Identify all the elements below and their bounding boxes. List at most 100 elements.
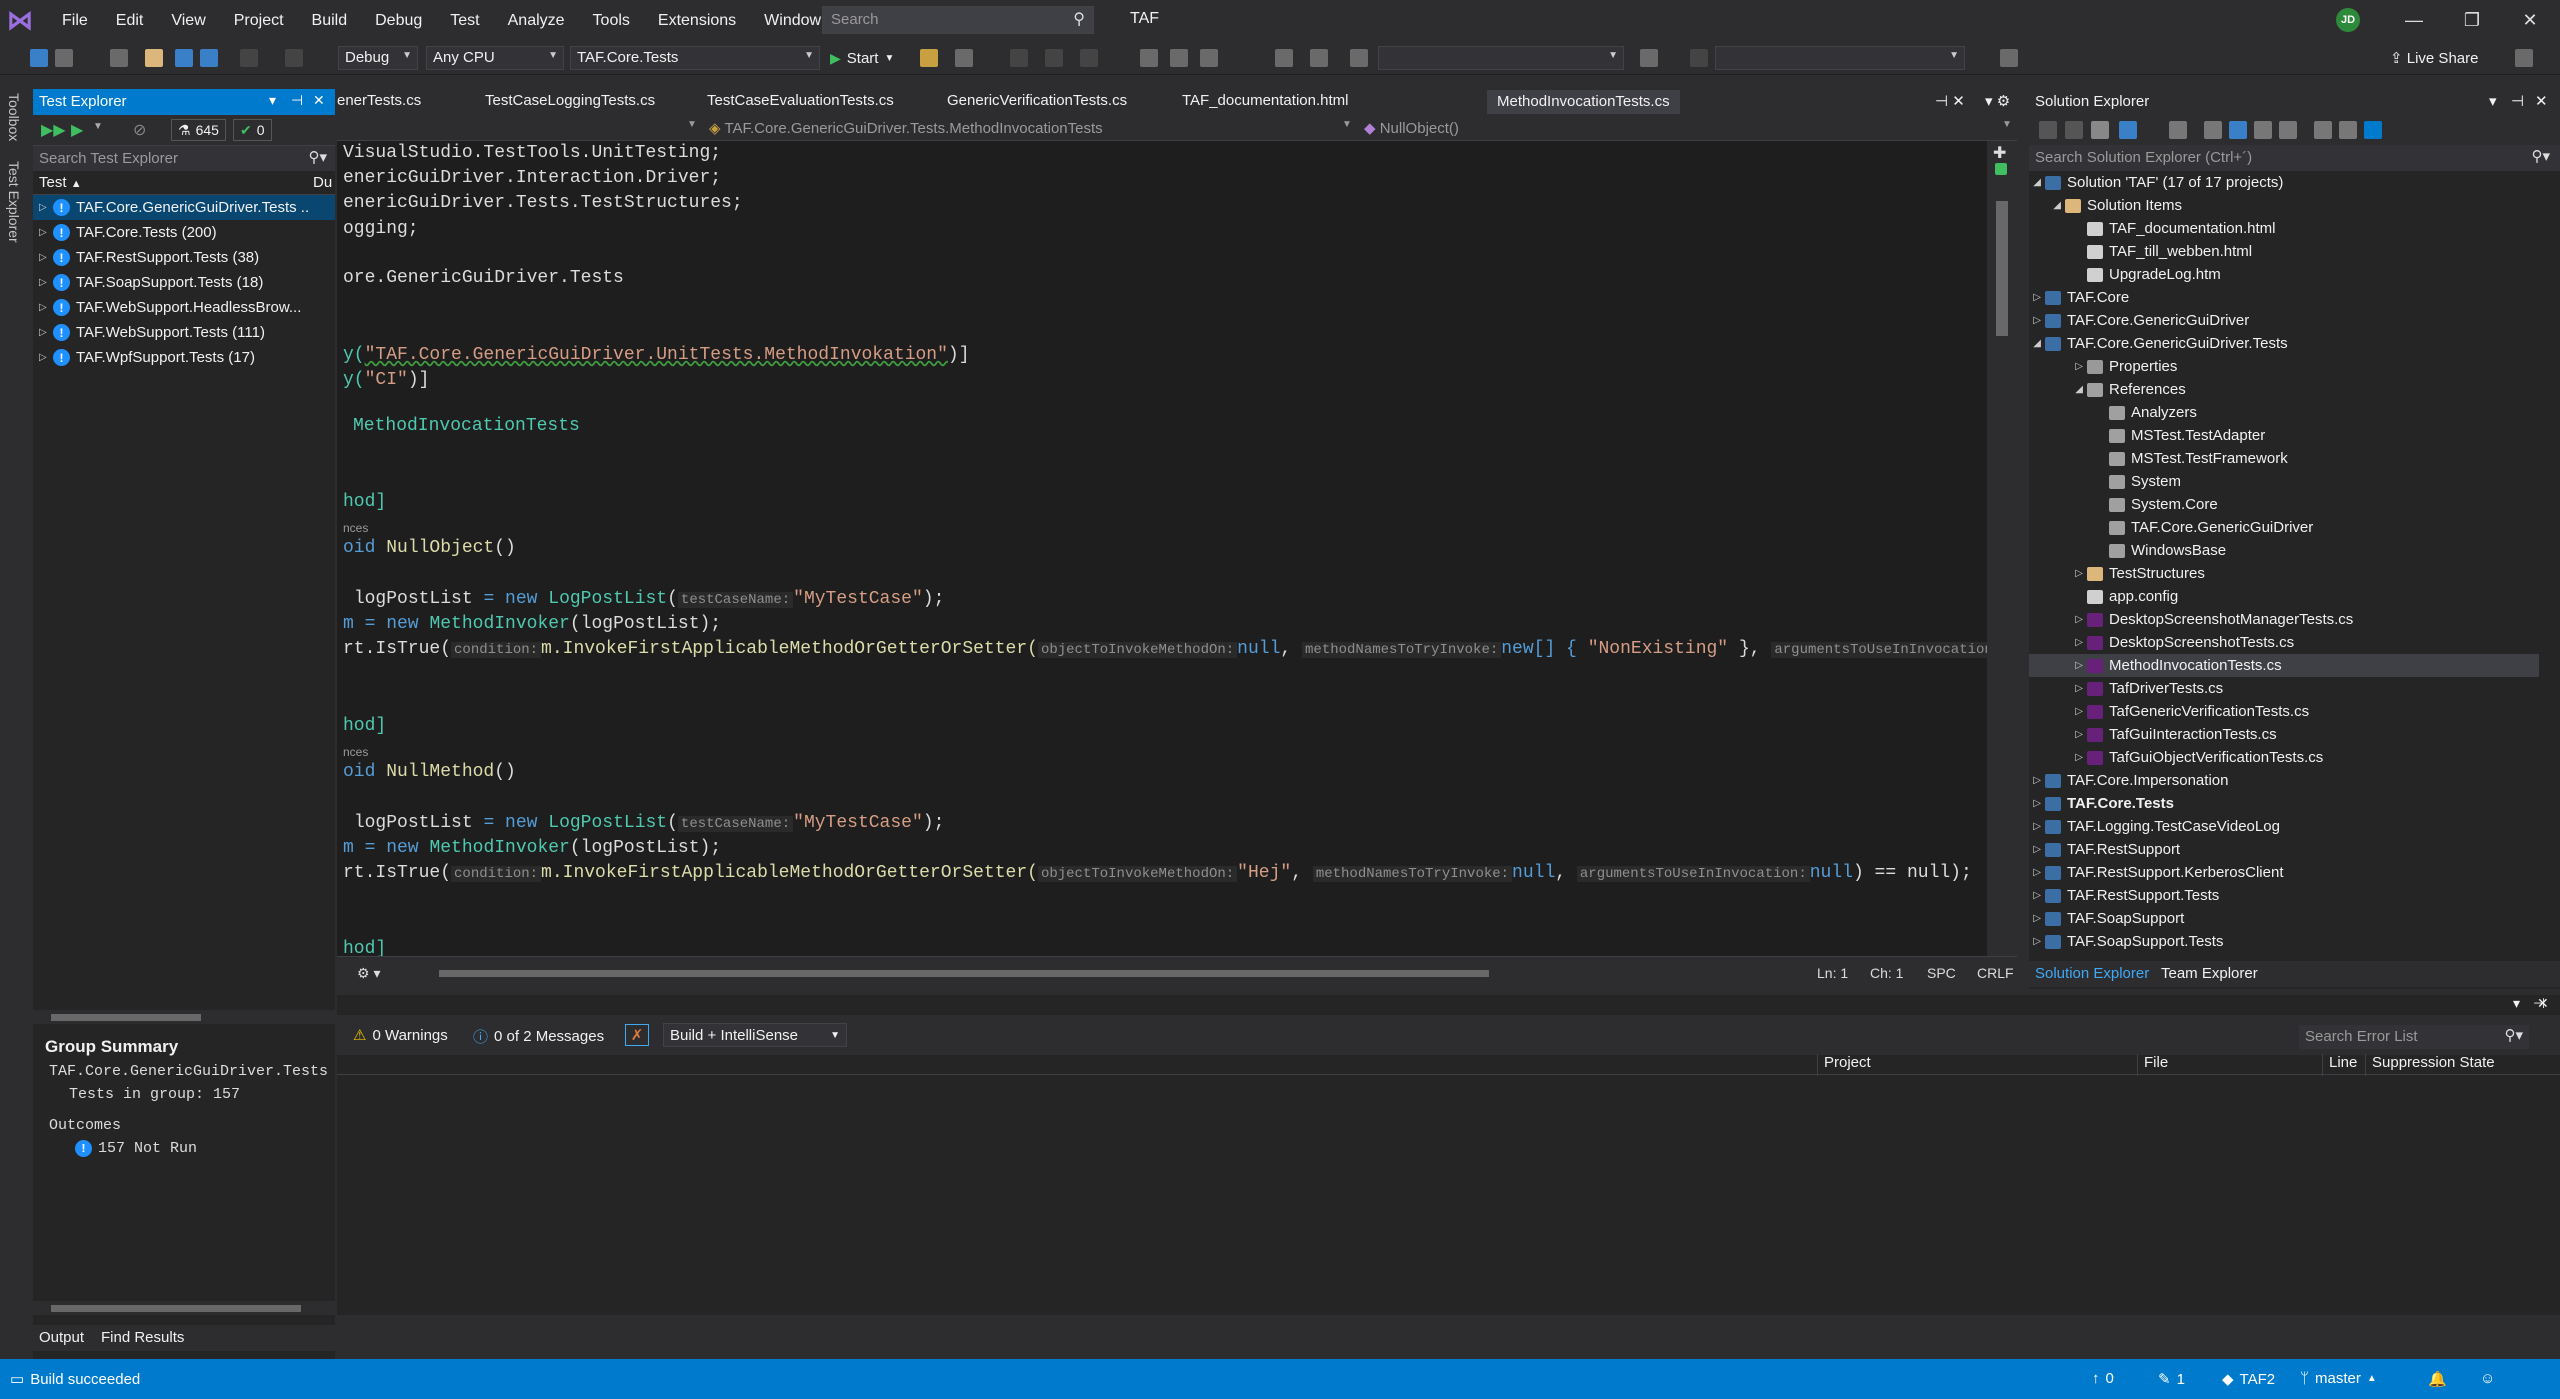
restore-icon[interactable]: ❐ bbox=[2443, 0, 2501, 41]
chevron-down-icon[interactable]: ▼ bbox=[1342, 119, 1352, 130]
menu-item-analyze[interactable]: Analyze bbox=[494, 0, 579, 41]
pin-icon[interactable]: ⊣ bbox=[291, 92, 303, 109]
expand-icon[interactable]: ▷ bbox=[39, 302, 53, 313]
forward-icon[interactable] bbox=[2065, 121, 2083, 139]
solution-tree-item[interactable]: ▷ TafDriverTests.cs bbox=[2029, 677, 2539, 700]
save-icon[interactable] bbox=[175, 49, 193, 67]
tab-pin-close-icon[interactable]: ⊣ ✕ bbox=[1935, 92, 1965, 110]
search-input[interactable]: Search ⚲ bbox=[822, 6, 1094, 34]
close-panel-icon[interactable]: ✕ bbox=[2535, 92, 2548, 110]
cancel-run-icon[interactable]: ⊘ bbox=[133, 120, 146, 140]
view-code-icon[interactable] bbox=[2314, 121, 2332, 139]
solution-tree-item[interactable]: ◢ Solution 'TAF' (17 of 17 projects) bbox=[2029, 171, 2539, 194]
solution-tree-item[interactable]: ▷ TAF.SoapSupport.Tests bbox=[2029, 930, 2539, 953]
solution-tree-item[interactable]: UpgradeLog.htm bbox=[2029, 263, 2539, 286]
step-icon[interactable] bbox=[1010, 49, 1028, 67]
solution-tree-item[interactable]: ◢ References bbox=[2029, 378, 2539, 401]
solution-tree-item[interactable]: ▷ TAF.Core bbox=[2029, 286, 2539, 309]
test-explorer-side-tab[interactable]: Test Explorer bbox=[6, 161, 22, 243]
solution-tree-item[interactable]: ▷ DesktopScreenshotManagerTests.cs bbox=[2029, 608, 2539, 631]
properties-icon[interactable] bbox=[2339, 121, 2357, 139]
expand-icon[interactable]: ▷ bbox=[2029, 752, 2087, 763]
bookmark-next-icon[interactable] bbox=[1200, 49, 1218, 67]
expand-icon[interactable]: ▷ bbox=[2029, 568, 2087, 579]
test-group-row[interactable]: ▷! TAF.RestSupport.Tests (38) bbox=[33, 245, 335, 270]
solution-tree-item[interactable]: ◢ TAF.Core.GenericGuiDriver.Tests bbox=[2029, 332, 2539, 355]
line-ending[interactable]: CRLF bbox=[1977, 965, 2014, 981]
run-all-icon[interactable]: ▶▶ bbox=[41, 120, 66, 140]
scroll-thumb[interactable] bbox=[1996, 201, 2008, 336]
tab-taf-documentation-html[interactable]: TAF_documentation.html bbox=[1182, 92, 1348, 109]
solution-tree-item[interactable]: ▷ TafGuiInteractionTests.cs bbox=[2029, 723, 2539, 746]
expand-icon[interactable]: ▷ bbox=[39, 277, 53, 288]
solution-tree-item[interactable]: ▷ TAF.SoapSupport bbox=[2029, 907, 2539, 930]
avatar[interactable]: JD bbox=[2336, 8, 2360, 32]
menu-item-file[interactable]: File bbox=[48, 0, 102, 41]
tab-solution-explorer[interactable]: Solution Explorer bbox=[2035, 965, 2149, 982]
expand-icon[interactable]: ▷ bbox=[2029, 660, 2087, 671]
repository-selector[interactable]: ◆ TAF2 bbox=[2222, 1370, 2275, 1389]
menu-item-test[interactable]: Test bbox=[436, 0, 493, 41]
expand-icon[interactable]: ◢ bbox=[2029, 384, 2087, 395]
solution-tree-item[interactable]: MSTest.TestFramework bbox=[2029, 447, 2539, 470]
solution-tree-item[interactable]: ▷ TAF.Core.GenericGuiDriver bbox=[2029, 309, 2539, 332]
test-search-input[interactable]: Search Test Explorer ⚲▾ bbox=[33, 145, 335, 171]
second-combo[interactable]: ▼ bbox=[1715, 46, 1965, 70]
unpushed-commits[interactable]: ↑ 0 bbox=[2092, 1370, 2114, 1387]
indent-mode[interactable]: SPC bbox=[1927, 965, 1956, 981]
chevron-down-icon[interactable]: ▼ bbox=[687, 119, 697, 130]
solution-tree-item[interactable]: ▷ TafGenericVerificationTests.cs bbox=[2029, 700, 2539, 723]
editor-vscrollbar[interactable]: ✚ bbox=[1987, 141, 2017, 956]
nav-member-dropdown[interactable]: ◆ NullObject() bbox=[1364, 119, 1459, 137]
menu-item-extensions[interactable]: Extensions bbox=[644, 0, 750, 41]
codelens-references[interactable]: nces bbox=[343, 745, 368, 759]
expand-icon[interactable]: ▷ bbox=[2029, 775, 2045, 786]
dropdown-icon[interactable]: ▾ bbox=[269, 92, 276, 109]
expand-icon[interactable]: ▷ bbox=[39, 202, 53, 213]
nav-class-dropdown[interactable]: ◈ TAF.Core.GenericGuiDriver.Tests.Method… bbox=[709, 119, 1103, 137]
expand-icon[interactable]: ▷ bbox=[2029, 890, 2045, 901]
code-editor[interactable]: VisualStudio.TestTools.UnitTesting; ener… bbox=[337, 141, 1987, 956]
expand-icon[interactable]: ▷ bbox=[2029, 729, 2087, 740]
sync-icon[interactable] bbox=[2204, 121, 2222, 139]
expand-icon[interactable]: ▷ bbox=[2029, 706, 2087, 717]
expand-icon[interactable]: ▷ bbox=[2029, 614, 2087, 625]
scope-select[interactable]: Build + IntelliSense ▼ bbox=[663, 1023, 847, 1047]
tab-testcaseevaluationtests-cs[interactable]: TestCaseEvaluationTests.cs bbox=[707, 92, 894, 109]
expand-icon[interactable]: ▷ bbox=[2029, 683, 2087, 694]
minimize-icon[interactable]: — bbox=[2385, 0, 2443, 41]
close-panel-icon[interactable]: ✕ bbox=[2537, 995, 2549, 1012]
solution-tree-item[interactable]: ▷ TAF.RestSupport bbox=[2029, 838, 2539, 861]
passed-tests-badge[interactable]: ✔ 0 bbox=[233, 119, 272, 141]
chevron-down-icon[interactable]: ▼ bbox=[2002, 119, 2012, 130]
close-panel-icon[interactable]: ✕ bbox=[313, 92, 325, 109]
format-icon[interactable] bbox=[1080, 49, 1098, 67]
error-list-search[interactable]: Search Error List ⚲▾ bbox=[2299, 1025, 2529, 1049]
undo-icon[interactable] bbox=[240, 49, 258, 67]
expand-icon[interactable]: ◢ bbox=[2029, 200, 2065, 211]
pending-changes-icon[interactable] bbox=[2169, 121, 2187, 139]
solution-tree-item[interactable]: TAF_documentation.html bbox=[2029, 217, 2539, 240]
profiler-icon[interactable] bbox=[1350, 49, 1368, 67]
solution-tree-item[interactable]: app.config bbox=[2029, 585, 2539, 608]
zoom-icon[interactable]: ⚙ ▾ bbox=[357, 965, 380, 982]
test-list-hscrollbar[interactable] bbox=[33, 1010, 335, 1024]
warnings-filter[interactable]: ⚠ 0 Warnings bbox=[353, 1026, 448, 1045]
expand-icon[interactable]: ▷ bbox=[39, 352, 53, 363]
solution-tree-item[interactable]: ◢ Solution Items bbox=[2029, 194, 2539, 217]
solution-tree-item[interactable]: TAF_till_webben.html bbox=[2029, 240, 2539, 263]
chevron-down-icon[interactable]: ▼ bbox=[93, 121, 103, 132]
menu-item-project[interactable]: Project bbox=[220, 0, 298, 41]
live-share-button[interactable]: ⇪ Live Share bbox=[2390, 49, 2478, 67]
close-icon[interactable]: ✕ bbox=[2501, 0, 2559, 41]
bookmark-prev-icon[interactable] bbox=[1170, 49, 1188, 67]
menu-item-build[interactable]: Build bbox=[298, 0, 362, 41]
feedback-button[interactable]: ☺ bbox=[2480, 1370, 2495, 1387]
forward-icon[interactable] bbox=[55, 49, 73, 67]
line-number[interactable]: Ln: 1 bbox=[1817, 965, 1848, 981]
branch-selector[interactable]: ᛘ master ▲ bbox=[2300, 1370, 2377, 1387]
back-icon[interactable] bbox=[2039, 121, 2057, 139]
expand-icon[interactable]: ◢ bbox=[2029, 177, 2045, 188]
split-icon[interactable]: ✚ bbox=[1993, 143, 2006, 163]
solution-tree-item[interactable]: Analyzers bbox=[2029, 401, 2539, 424]
